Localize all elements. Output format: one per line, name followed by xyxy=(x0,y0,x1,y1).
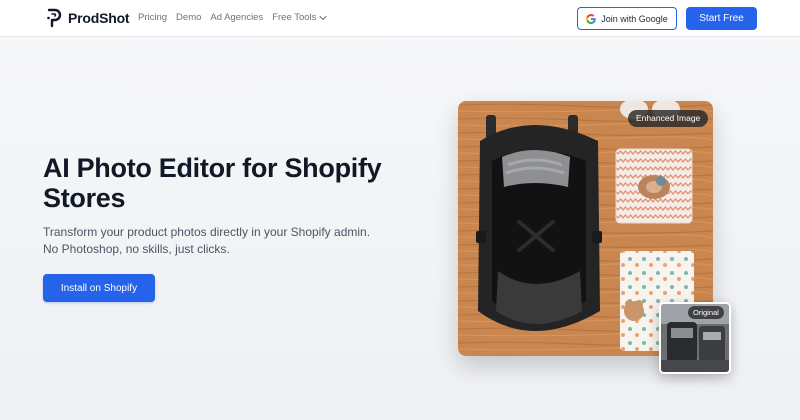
top-navigation-bar: ProdShot Pricing Demo Ad Agencies Free T… xyxy=(0,0,800,37)
brand-logo[interactable]: ProdShot xyxy=(46,8,130,28)
brand-name: ProdShot xyxy=(68,10,130,26)
hero-title: AI Photo Editor for Shopify Stores xyxy=(43,153,382,213)
enhanced-image-badge: Enhanced Image xyxy=(628,110,709,127)
prodshot-logo-icon xyxy=(47,8,62,28)
chevron-down-icon xyxy=(319,15,327,20)
nav-pricing[interactable]: Pricing xyxy=(138,12,167,23)
main-nav: Pricing Demo Ad Agencies Free Tools xyxy=(138,12,327,23)
nav-demo[interactable]: Demo xyxy=(176,12,201,23)
hero-subtitle: Transform your product photos directly i… xyxy=(43,225,371,256)
install-on-shopify-button[interactable]: Install on Shopify xyxy=(43,274,155,302)
google-icon xyxy=(586,13,597,24)
nav-free-tools-label: Free Tools xyxy=(272,12,317,23)
join-with-google-button[interactable]: Join with Google xyxy=(577,7,677,30)
start-free-button[interactable]: Start Free xyxy=(686,7,757,30)
nav-ad-agencies[interactable]: Ad Agencies xyxy=(210,12,263,23)
join-with-google-label: Join with Google xyxy=(601,13,668,24)
original-image-badge: Original xyxy=(688,306,724,319)
nav-free-tools[interactable]: Free Tools xyxy=(272,12,327,23)
